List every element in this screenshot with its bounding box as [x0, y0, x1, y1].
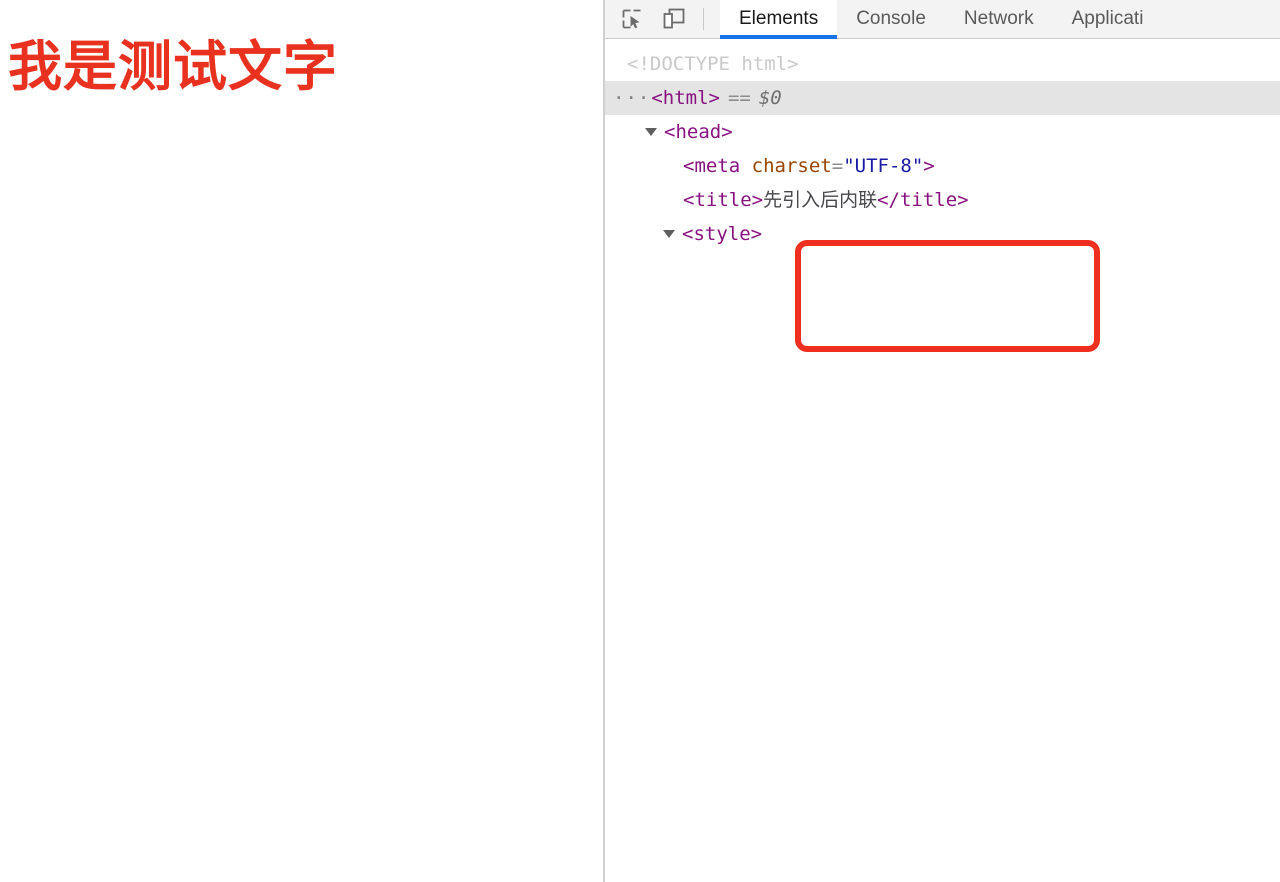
page-heading: 我是测试文字 [8, 35, 338, 98]
tab-network[interactable]: Network [945, 0, 1053, 38]
tab-elements[interactable]: Elements [720, 0, 838, 39]
chevron-down-icon[interactable] [645, 128, 657, 136]
doctype-text: <!DOCTYPE html> [627, 53, 799, 75]
devtools-panel: Elements Console Network Applicati <!DOC… [605, 0, 1280, 882]
head-open-tag: <head> [664, 121, 733, 143]
selected-marker: == [727, 87, 751, 109]
devtools-tab-bar: Elements Console Network Applicati [720, 0, 1280, 39]
meta-tag: <meta [683, 155, 741, 177]
dom-line-title[interactable]: <title>先引入后内联</title> [605, 183, 1280, 217]
toolbar-divider [703, 8, 704, 30]
tab-console[interactable]: Console [837, 0, 945, 38]
meta-attr-name: charset [751, 155, 832, 177]
title-open-tag: <title> [683, 189, 764, 211]
rendered-page-pane: 我是测试文字 [0, 0, 605, 882]
annotation-highlight-box [795, 240, 1100, 352]
dom-line-head-open[interactable]: <head> [605, 115, 1280, 149]
meta-attr-value: "UTF-8" [843, 155, 924, 177]
meta-tag-end: > [923, 155, 935, 177]
devtools-screenshot: 我是测试文字 Elements Console Network Applicat… [0, 0, 1280, 882]
dom-line-style-open[interactable]: <style> [605, 217, 1280, 251]
selected-ref: $0 [758, 87, 782, 109]
title-text: 先引入后内联 [763, 189, 878, 211]
dom-line-meta[interactable]: <meta charset="UTF-8"> [605, 149, 1280, 183]
collapsed-ellipsis-icon[interactable]: ··· [613, 87, 650, 109]
tab-application[interactable]: Applicati [1053, 0, 1163, 38]
devtools-toolbar: Elements Console Network Applicati [605, 0, 1280, 39]
dom-tree[interactable]: <!DOCTYPE html> ···<html> == $0 <head> <me… [605, 39, 1280, 251]
html-open-tag: <html> [651, 87, 720, 109]
device-toolbar-icon[interactable] [657, 4, 691, 34]
dom-line-html-open[interactable]: ···<html> == $0 [605, 81, 1280, 115]
style-open-tag: <style> [682, 223, 763, 245]
chevron-down-icon[interactable] [663, 230, 675, 238]
dom-line-doctype: <!DOCTYPE html> [605, 47, 1280, 81]
inspect-cursor-icon[interactable] [615, 4, 649, 34]
title-close-tag: </title> [877, 189, 969, 211]
devtools-toolbar-icons [605, 0, 720, 38]
